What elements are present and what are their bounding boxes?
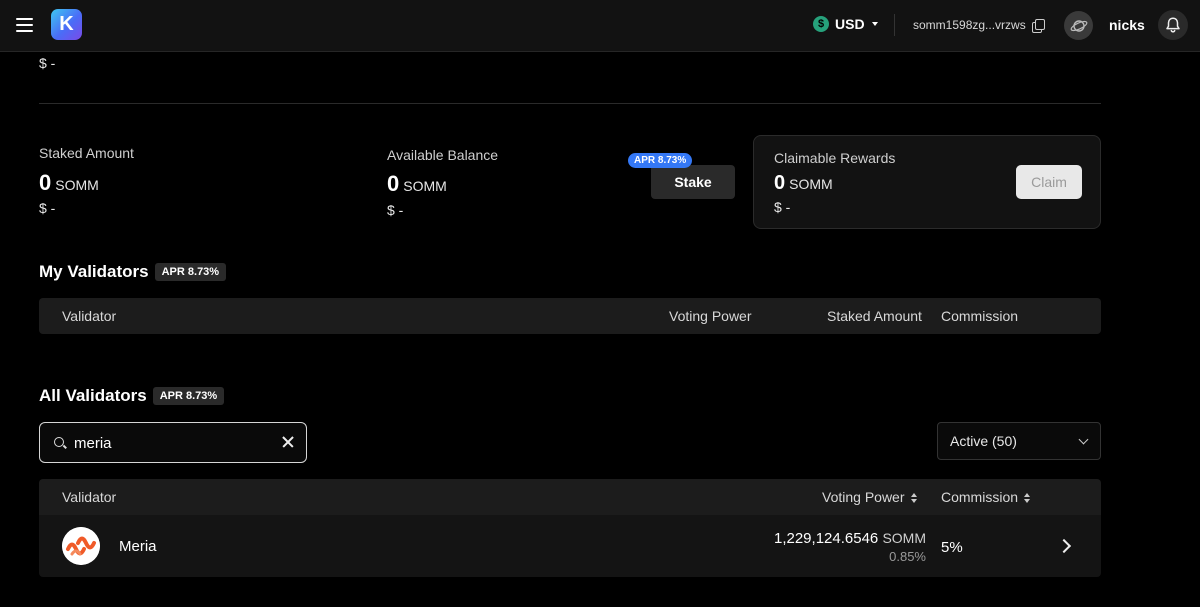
claimable-rewards-unit: SOMM xyxy=(789,176,833,192)
stake-button[interactable]: Stake xyxy=(651,165,735,199)
claimable-rewards-usd: $ - xyxy=(774,199,791,215)
claim-button[interactable]: Claim xyxy=(1016,165,1082,199)
my-validators-title: My Validators xyxy=(39,262,149,281)
all-validators-table-header: Validator Voting Power Commission xyxy=(39,479,1101,515)
available-balance-label: Available Balance xyxy=(387,147,499,163)
search-input[interactable] xyxy=(74,432,274,454)
divider xyxy=(39,103,1101,104)
column-validator: Validator xyxy=(62,308,117,324)
column-commission: Commission xyxy=(941,489,1019,505)
close-icon[interactable] xyxy=(280,434,296,450)
staked-amount-value: 0 xyxy=(39,170,52,195)
currency-label: USD xyxy=(835,16,865,32)
voting-power-value: 1,229,124.6546 xyxy=(773,530,879,547)
staked-amount: 0 SOMM xyxy=(39,170,99,196)
sort-voting-power[interactable]: Voting Power xyxy=(822,489,918,505)
staked-amount-unit: SOMM xyxy=(55,177,99,193)
claimable-rewards-value: 0 xyxy=(774,172,786,194)
claimable-rewards: 0 SOMM xyxy=(774,172,833,195)
apr-tag: APR 8.73% xyxy=(154,263,227,281)
sort-icon xyxy=(1024,493,1031,504)
chevron-right-icon[interactable] xyxy=(1056,538,1072,554)
commission-value: 5% xyxy=(941,539,963,556)
caret-down-icon xyxy=(871,22,878,26)
bell-icon xyxy=(1166,17,1180,33)
all-validators-title: All Validators xyxy=(39,386,147,405)
staked-amount-usd: $ - xyxy=(39,200,56,216)
chevron-down-icon xyxy=(1078,434,1089,445)
apr-tag: APR 8.73% xyxy=(152,387,225,405)
app-logo[interactable]: K xyxy=(51,9,82,40)
divider xyxy=(894,14,895,36)
username[interactable]: nicks xyxy=(1109,17,1145,33)
all-validators-heading: All Validators APR 8.73% xyxy=(39,386,225,406)
hamburger-menu-icon[interactable] xyxy=(12,12,38,38)
sort-icon xyxy=(910,493,918,504)
wallet-address-text: somm1598zg...vrzws xyxy=(913,18,1026,32)
my-validators-heading: My Validators APR 8.73% xyxy=(39,262,227,282)
column-staked-amount: Staked Amount xyxy=(827,308,922,324)
voting-power: 1,229,124.6546 SOMM xyxy=(774,530,926,547)
validator-search[interactable] xyxy=(39,422,307,463)
stake-group: APR 8.73% Stake xyxy=(628,153,735,199)
available-balance-usd: $ - xyxy=(387,202,404,218)
status-filter-dropdown[interactable]: Active (50) xyxy=(937,422,1101,460)
notifications-button[interactable] xyxy=(1158,10,1188,40)
sort-commission[interactable]: Commission xyxy=(941,489,1031,505)
available-balance: 0 SOMM xyxy=(387,171,447,197)
top-bar: K $ USD somm1598zg...vrzws nicks xyxy=(0,0,1200,52)
copy-icon[interactable] xyxy=(1031,18,1045,33)
available-balance-value: 0 xyxy=(387,171,400,196)
column-voting-power: Voting Power xyxy=(822,489,905,505)
currency-selector[interactable]: $ USD xyxy=(813,16,878,32)
my-validators-table-header: Validator Voting Power Staked Amount Com… xyxy=(39,298,1101,334)
column-voting-power: Voting Power xyxy=(669,308,752,324)
column-commission: Commission xyxy=(941,308,1019,324)
planet-icon xyxy=(1070,19,1087,32)
voting-power-unit: SOMM xyxy=(882,530,926,546)
status-filter-label: Active (50) xyxy=(950,433,1017,449)
claimable-rewards-label: Claimable Rewards xyxy=(774,150,896,166)
avatar[interactable] xyxy=(1064,11,1093,40)
column-validator: Validator xyxy=(62,489,117,505)
total-usd-value: $ - xyxy=(39,55,56,71)
validator-name: Meria xyxy=(119,538,157,555)
voting-power-percent: 0.85% xyxy=(889,549,926,564)
staked-amount-label: Staked Amount xyxy=(39,145,134,161)
wallet-address[interactable]: somm1598zg...vrzws xyxy=(913,18,1045,33)
search-icon xyxy=(54,437,64,447)
apr-badge: APR 8.73% xyxy=(628,153,693,168)
dollar-icon: $ xyxy=(813,16,829,32)
meria-logo xyxy=(62,527,100,565)
claimable-rewards-card: Claimable Rewards 0 SOMM $ - Claim xyxy=(753,135,1101,229)
available-balance-unit: SOMM xyxy=(403,178,447,194)
table-row[interactable]: Meria 1,229,124.6546 SOMM 0.85% 5% xyxy=(39,515,1101,577)
